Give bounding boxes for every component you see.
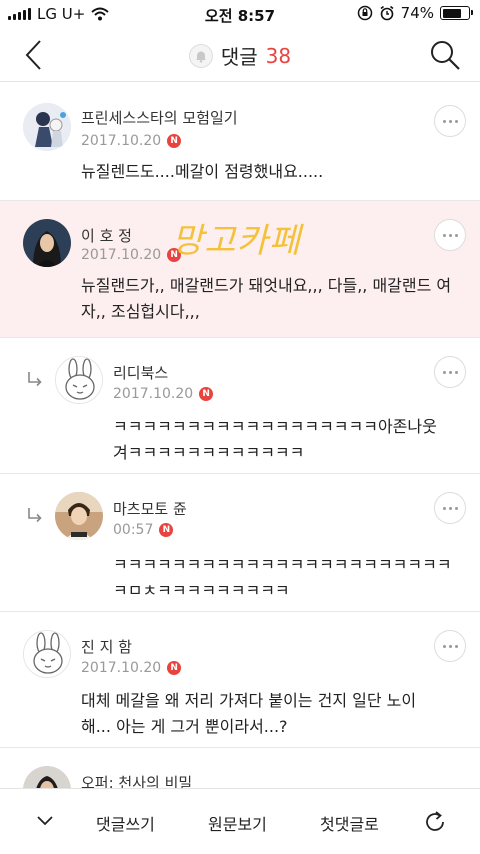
status-right: 74% bbox=[357, 4, 473, 22]
status-bar: LG U+ 오전 8:57 74% bbox=[0, 0, 480, 28]
avatar[interactable] bbox=[23, 766, 71, 788]
bell-icon[interactable] bbox=[188, 43, 213, 68]
avatar[interactable] bbox=[55, 356, 103, 404]
new-badge: N bbox=[159, 523, 174, 537]
comment-text: ㅋㅋㅋㅋㅋㅋㅋㅋㅋㅋㅋㅋㅋㅋㅋㅋㅋㅋㅋㅋㅋㅋㅋㅋㅁㅊㅋㅋㅋㅋㅋㅋㅋㅋㅋ bbox=[113, 555, 452, 600]
comment-item-highlighted: 이 호 정 2017.10.20 N 망고카페 뉴질랜드가,, 매갈랜드가 돼엇… bbox=[0, 201, 480, 338]
back-arrow-icon[interactable] bbox=[20, 38, 50, 72]
battery-icon bbox=[440, 6, 473, 20]
more-options-button[interactable] bbox=[434, 219, 466, 251]
comment-date: 2017.10.20 bbox=[81, 660, 162, 676]
comment-meta: 2017.10.20 N bbox=[81, 660, 182, 676]
comment-author[interactable]: 진 지 함 bbox=[81, 636, 132, 657]
battery-fill bbox=[442, 8, 461, 18]
more-options-button[interactable] bbox=[434, 630, 466, 662]
comment-meta: 2017.10.20 N bbox=[81, 133, 182, 149]
comment-count: 38 bbox=[265, 43, 292, 68]
first-comment-button[interactable]: 첫댓글로 bbox=[320, 811, 379, 835]
reply-arrow-icon bbox=[28, 508, 42, 523]
rotation-lock-icon bbox=[357, 5, 372, 21]
new-badge: N bbox=[167, 661, 182, 675]
chevron-down-icon[interactable] bbox=[36, 815, 54, 827]
more-options-button[interactable] bbox=[434, 105, 466, 137]
comment-meta: 2017.10.20 N bbox=[113, 386, 214, 402]
comment-item: 프린세스스타의 모험일기 2017.10.20 N 뉴질렌드도....메갈이 점… bbox=[0, 83, 480, 201]
new-badge: N bbox=[199, 387, 214, 401]
comment-item: 진 지 함 2017.10.20 N 대체 메갈을 왜 저리 가져다 붙이는 건… bbox=[0, 612, 480, 748]
watermark-overlay: 망고카페 bbox=[172, 221, 302, 261]
comment-date: 2017.10.20 bbox=[81, 247, 162, 263]
comment-date: 2017.10.20 bbox=[113, 386, 194, 402]
comment-list: 프린세스스타의 모험일기 2017.10.20 N 뉴질렌드도....메갈이 점… bbox=[0, 83, 480, 788]
battery-percent: 74% bbox=[400, 4, 434, 22]
more-options-button[interactable] bbox=[434, 492, 466, 524]
comment-text: 뉴질랜드가,, 매갈랜드가 돼엇내요,,, 다들,, 매갈랜드 여자,, 조심헙… bbox=[81, 276, 452, 321]
write-comment-button[interactable]: 댓글쓰기 bbox=[96, 811, 155, 835]
new-badge: N bbox=[167, 134, 182, 148]
header-title-group: 댓글 38 bbox=[0, 41, 480, 70]
comment-author[interactable]: 오퍼: 천사의 비밀 bbox=[81, 772, 192, 788]
comment-text: 대체 메갈을 왜 저리 가져다 붙이는 건지 일단 노이해... 아는 게 그거… bbox=[81, 691, 417, 736]
reply-item: 마츠모토 쥰 00:57 N ㅋㅋㅋㅋㅋㅋㅋㅋㅋㅋㅋㅋㅋㅋㅋㅋㅋㅋㅋㅋㅋㅋㅋㅋㅁ… bbox=[0, 474, 480, 612]
avatar[interactable] bbox=[23, 103, 71, 151]
comment-author[interactable]: 마츠모토 쥰 bbox=[113, 498, 187, 519]
more-options-button[interactable] bbox=[434, 356, 466, 388]
view-original-button[interactable]: 원문보기 bbox=[208, 811, 267, 835]
avatar[interactable] bbox=[55, 492, 103, 540]
comment-text: ㅋㅋㅋㅋㅋㅋㅋㅋㅋㅋㅋㅋㅋㅋㅋㅋㅋㅋ아존나웃겨ㅋㅋㅋㅋㅋㅋㅋㅋㅋㅋㅋㅋ bbox=[113, 417, 437, 462]
reply-item: 리디북스 2017.10.20 N ㅋㅋㅋㅋㅋㅋㅋㅋㅋㅋㅋㅋㅋㅋㅋㅋㅋㅋ아존나웃… bbox=[0, 338, 480, 474]
avatar[interactable] bbox=[23, 630, 71, 678]
comments-header: 댓글 38 bbox=[0, 28, 480, 82]
comment-author[interactable]: 리디북스 bbox=[113, 362, 168, 383]
comment-meta: 00:57 N bbox=[113, 522, 174, 538]
comment-author[interactable]: 이 호 정 bbox=[81, 225, 132, 246]
reply-arrow-icon bbox=[28, 372, 42, 387]
comment-date: 2017.10.20 bbox=[81, 133, 162, 149]
comment-date: 00:57 bbox=[113, 522, 154, 538]
comment-text: 뉴질렌드도....메갈이 점령했내요..... bbox=[81, 162, 324, 181]
bottom-toolbar: 댓글쓰기 원문보기 첫댓글로 bbox=[0, 788, 480, 854]
page-title: 댓글 bbox=[220, 45, 258, 69]
refresh-icon[interactable] bbox=[422, 809, 448, 835]
comment-author[interactable]: 프린세스스타의 모험일기 bbox=[81, 107, 238, 128]
comment-item: 오퍼: 천사의 비밀 bbox=[0, 748, 480, 788]
alarm-icon bbox=[380, 5, 394, 21]
comment-meta: 2017.10.20 N bbox=[81, 247, 182, 263]
search-icon[interactable] bbox=[428, 38, 462, 72]
avatar[interactable] bbox=[23, 219, 71, 267]
